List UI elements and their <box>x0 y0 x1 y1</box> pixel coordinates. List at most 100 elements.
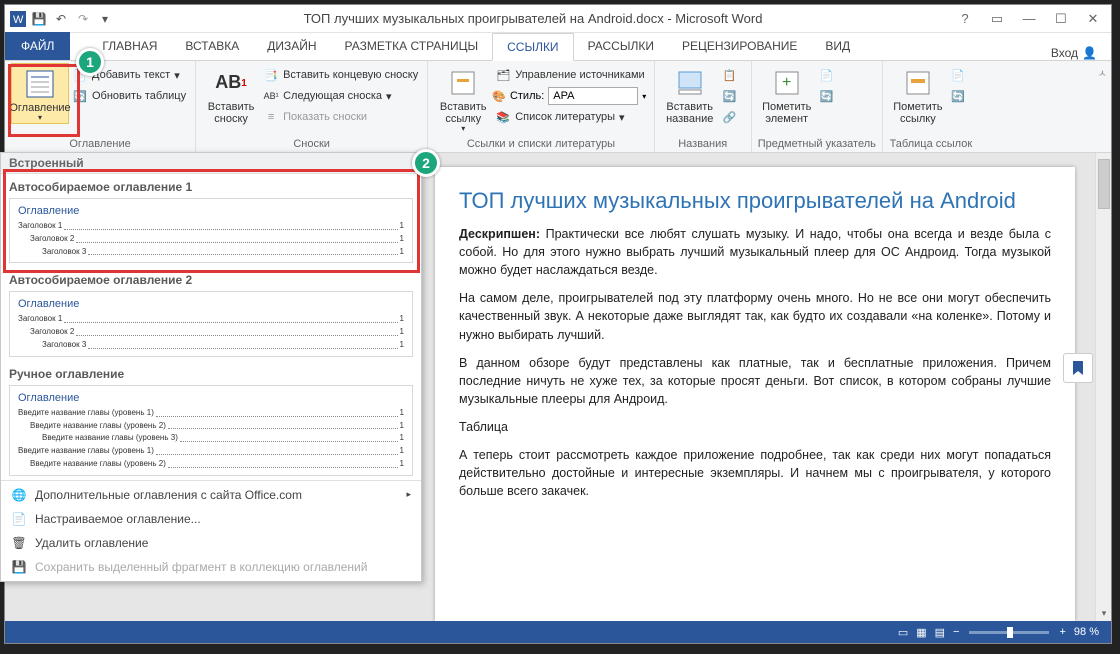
doc-icon: 📄 <box>11 511 27 527</box>
style-dropdown-icon[interactable]: ▾ <box>642 92 646 101</box>
gallery-header: Встроенный <box>1 153 421 174</box>
view-web-icon[interactable]: ▤ <box>935 626 945 639</box>
redo-icon[interactable]: ↷ <box>73 9 93 29</box>
toa-extra-2: 🔄 <box>947 86 973 106</box>
zoom-value[interactable]: 98 % <box>1074 626 1099 638</box>
zoom-out-icon[interactable]: − <box>953 626 959 638</box>
citation-style-row: 🎨 Стиль: ▾ <box>492 86 647 106</box>
mark-citation-button[interactable]: Пометить ссылку <box>889 63 947 125</box>
fig-icon: 📋 <box>722 67 738 83</box>
group-footnotes: AB1 Вставить сноску 📑Вставить концевую с… <box>196 61 428 152</box>
save-icon-small: 💾 <box>11 559 27 575</box>
custom-toc-button[interactable]: 📄Настраиваемое оглавление... <box>1 507 421 531</box>
gallery-item-auto1[interactable]: Автособираемое оглавление 1 Оглавление З… <box>1 174 421 263</box>
tab-mailings[interactable]: РАССЫЛКИ <box>574 32 668 60</box>
page[interactable]: ТОП лучших музыкальных проигрывателей на… <box>435 167 1075 621</box>
qat-dropdown-icon[interactable]: ▾ <box>95 9 115 29</box>
bibliography-button[interactable]: 📚Список литературы ▾ <box>492 107 647 127</box>
mark-citation-icon <box>902 67 934 99</box>
insert-footnote-button[interactable]: AB1 Вставить сноску <box>202 63 260 125</box>
next-footnote-icon: AB¹ <box>263 88 279 104</box>
update-icon: 🔄 <box>72 88 88 104</box>
svg-text:+: + <box>782 74 791 91</box>
zoom-in-icon[interactable]: + <box>1059 626 1065 638</box>
insert-toa-icon: 📄 <box>950 67 966 83</box>
doc-p5: А теперь стоит рассмотреть каждое прилож… <box>459 446 1051 500</box>
zoom-slider[interactable] <box>969 631 1049 634</box>
window-controls: ? ▭ — ☐ ✕ <box>951 9 1111 29</box>
tab-file[interactable]: ФАЙЛ <box>5 32 70 60</box>
xref-icon: 🔗 <box>722 109 738 125</box>
globe-icon: 🌐 <box>11 487 27 503</box>
quick-access-toolbar: W 💾 ↶ ↷ ▾ <box>5 9 115 29</box>
help-icon[interactable]: ? <box>951 9 979 29</box>
next-footnote-button[interactable]: AB¹Следующая сноска ▾ <box>260 86 421 106</box>
endnote-icon: 📑 <box>263 67 279 83</box>
sign-in-link[interactable]: Вход 👤 <box>1051 46 1111 60</box>
bookmark-float-button[interactable] <box>1063 353 1093 383</box>
manage-sources-button[interactable]: 🗂Управление источниками <box>492 65 647 85</box>
gallery-item-auto2[interactable]: Автособираемое оглавление 2 Оглавление З… <box>1 267 421 356</box>
tab-layout[interactable]: РАЗМЕТКА СТРАНИЦЫ <box>331 32 493 60</box>
ribbon-options-icon[interactable]: ▭ <box>983 9 1011 29</box>
vertical-scrollbar[interactable]: ▴ ▾ <box>1095 153 1111 621</box>
group-toc: Оглавление ▾ 📄Добавить текст ▾ 🔄Обновить… <box>5 61 196 152</box>
view-print-icon[interactable]: ▦ <box>916 626 926 639</box>
insert-endnote-button[interactable]: 📑Вставить концевую сноску <box>260 65 421 85</box>
update-index-icon: 🔄 <box>819 88 835 104</box>
update-table-button[interactable]: 🔄Обновить таблицу <box>69 86 189 106</box>
tab-review[interactable]: РЕЦЕНЗИРОВАНИЕ <box>668 32 811 60</box>
undo-icon[interactable]: ↶ <box>51 9 71 29</box>
tab-design[interactable]: ДИЗАЙН <box>253 32 330 60</box>
caption-extra-3[interactable]: 🔗 <box>719 107 745 127</box>
more-toc-office-button[interactable]: 🌐Дополнительные оглавления с сайта Offic… <box>1 483 421 507</box>
group-label-captions: Названия <box>661 136 745 152</box>
insert-caption-button[interactable]: Вставить название <box>661 63 719 125</box>
collapse-ribbon-icon[interactable]: ㅅ <box>1098 65 1107 80</box>
insert-citation-button[interactable]: Вставить ссылку▾ <box>434 63 492 134</box>
style-select[interactable] <box>548 87 638 105</box>
zoom-handle[interactable] <box>1007 627 1013 638</box>
citation-icon <box>447 67 479 99</box>
caption-extra-2[interactable]: 🔄 <box>719 86 745 106</box>
close-icon[interactable]: ✕ <box>1079 9 1107 29</box>
maximize-icon[interactable]: ☐ <box>1047 9 1075 29</box>
index-extra-2: 🔄 <box>816 86 842 106</box>
tab-insert[interactable]: ВСТАВКА <box>171 32 253 60</box>
toa-extra-1[interactable]: 📄 <box>947 65 973 85</box>
view-read-icon[interactable]: ▭ <box>898 626 908 639</box>
caption-extra-1[interactable]: 📋 <box>719 65 745 85</box>
scroll-thumb[interactable] <box>1098 159 1110 209</box>
group-label-toc: Оглавление <box>11 136 189 152</box>
doc-heading: ТОП лучших музыкальных проигрывателей на… <box>459 185 1051 217</box>
window-title: ТОП лучших музыкальных проигрывателей на… <box>115 11 951 26</box>
index-extra-1[interactable]: 📄 <box>816 65 842 85</box>
doc-p3: В данном обзоре будут представлены как п… <box>459 354 1051 408</box>
svg-text:W: W <box>13 14 24 26</box>
callout-2: 2 <box>412 149 440 177</box>
doc-p4: Таблица <box>459 418 1051 436</box>
group-citations: Вставить ссылку▾ 🗂Управление источниками… <box>428 61 654 152</box>
scroll-down-icon[interactable]: ▾ <box>1096 605 1111 621</box>
show-notes-icon: ≡ <box>263 109 279 125</box>
ribbon-tabs: ФАЙЛ ГЛАВНАЯ ВСТАВКА ДИЗАЙН РАЗМЕТКА СТР… <box>5 33 1111 61</box>
gallery-item-manual[interactable]: Ручное оглавление Оглавление Введите наз… <box>1 361 421 476</box>
doc-p2: На самом деле, проигрывателей под эту пл… <box>459 289 1051 343</box>
style-label: Стиль: <box>510 90 544 102</box>
insert-index-icon: 📄 <box>819 67 835 83</box>
delete-icon: 🗑 <box>11 535 27 551</box>
tab-view[interactable]: ВИД <box>811 32 864 60</box>
word-app-icon: W <box>9 10 27 28</box>
minimize-icon[interactable]: — <box>1015 9 1043 29</box>
save-icon[interactable]: 💾 <box>29 9 49 29</box>
gallery-menu: 🌐Дополнительные оглавления с сайта Offic… <box>1 480 421 581</box>
toc-button[interactable]: Оглавление ▾ <box>11 63 69 124</box>
update-toa-icon: 🔄 <box>950 88 966 104</box>
group-toa: Пометить ссылку 📄 🔄 Таблица ссылок <box>883 61 979 152</box>
mark-entry-button[interactable]: + Пометить элемент <box>758 63 816 125</box>
remove-toc-button[interactable]: 🗑Удалить оглавление <box>1 531 421 555</box>
tab-references[interactable]: ССЫЛКИ <box>492 33 573 61</box>
show-notes-button: ≡Показать сноски <box>260 107 421 127</box>
doc-p1: Дескрипшен: Практически все любят слушат… <box>459 225 1051 279</box>
toc-gallery-dropdown: Встроенный Автособираемое оглавление 1 О… <box>0 152 422 582</box>
